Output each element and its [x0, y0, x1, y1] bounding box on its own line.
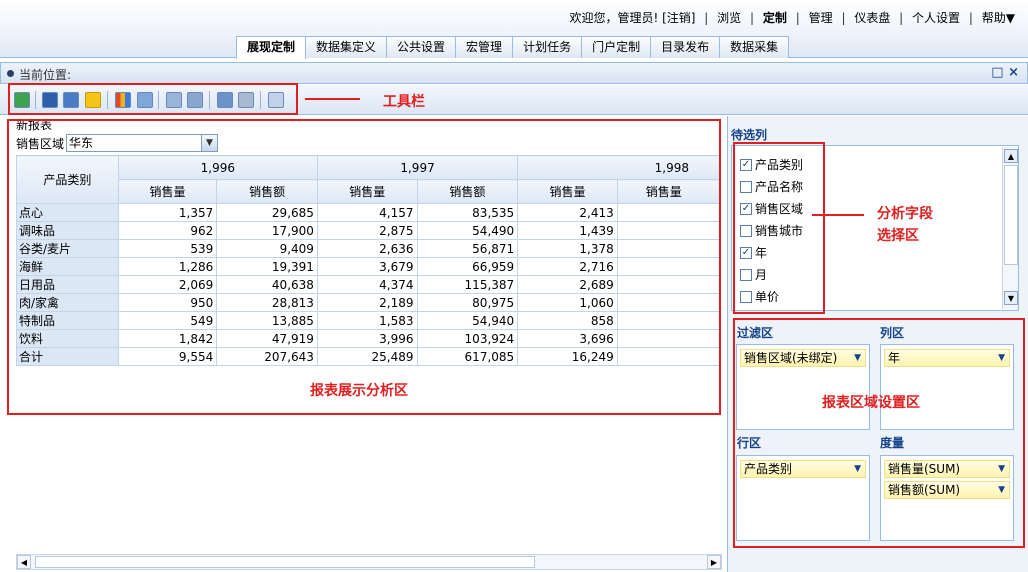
scroll-left-icon[interactable]: ◀ [17, 555, 31, 569]
field-annotation-line [812, 214, 864, 216]
app-header: 欢迎您，管理员! [注销] | 浏览 | 定制 | 管理 | 仪表盘 | 个人设… [0, 0, 1028, 59]
field-area-annotation-1: 分析字段 [877, 206, 933, 222]
horizontal-scrollbar[interactable]: ◀ ▶ [16, 554, 722, 570]
tab-macro[interactable]: 宏管理 [455, 36, 514, 58]
welcome-text[interactable]: 欢迎您，管理员! [注销] [566, 11, 698, 25]
scroll-down-icon[interactable]: ▼ [1004, 291, 1018, 305]
settings-area-highlight [733, 318, 1025, 548]
link-personal-settings[interactable]: 个人设置 [909, 11, 963, 25]
toolbar-highlight [8, 83, 298, 115]
report-area-highlight [7, 119, 721, 415]
location-label: 当前位置: [19, 68, 72, 82]
candidates-title: 待选列 [731, 128, 768, 142]
link-manage[interactable]: 管理 [806, 11, 836, 25]
link-help[interactable]: 帮助▼ [979, 11, 1018, 25]
link-browse[interactable]: 浏览 [714, 11, 744, 25]
window-controls[interactable]: □ × [991, 65, 1019, 80]
top-links: 欢迎您，管理员! [注销] | 浏览 | 定制 | 管理 | 仪表盘 | 个人设… [566, 9, 1018, 26]
tab-data-collection[interactable]: 数据采集 [719, 36, 790, 58]
link-dashboard[interactable]: 仪表盘 [851, 11, 893, 25]
tab-public-settings[interactable]: 公共设置 [386, 36, 457, 58]
tab-presentation[interactable]: 展现定制 [236, 36, 307, 59]
field-area-annotation-2: 选择区 [877, 228, 919, 244]
location-bar: 当前位置: □ × [0, 62, 1028, 84]
main-tabs: 展现定制 数据集定义 公共设置 宏管理 计划任务 门户定制 目录发布 数据采集 [236, 36, 790, 59]
field-list-scrollbar[interactable]: ▲ ▼ [1002, 147, 1018, 309]
scroll-thumb[interactable] [1004, 165, 1018, 265]
toolbar-annotation-line [305, 98, 360, 100]
scroll-up-icon[interactable]: ▲ [1004, 149, 1018, 163]
tab-portal[interactable]: 门户定制 [581, 36, 652, 58]
bullet-icon [7, 70, 14, 77]
report-area-annotation: 报表展示分析区 [310, 383, 408, 399]
tab-catalog[interactable]: 目录发布 [650, 36, 721, 58]
tab-schedule[interactable]: 计划任务 [512, 36, 583, 58]
settings-area-annotation: 报表区域设置区 [822, 395, 920, 411]
scroll-thumb[interactable] [35, 556, 535, 568]
field-area-highlight [733, 142, 825, 314]
tab-dataset[interactable]: 数据集定义 [305, 36, 388, 58]
scroll-right-icon[interactable]: ▶ [707, 555, 721, 569]
toolbar-annotation: 工具栏 [383, 94, 425, 110]
link-customize[interactable]: 定制 [760, 11, 790, 25]
